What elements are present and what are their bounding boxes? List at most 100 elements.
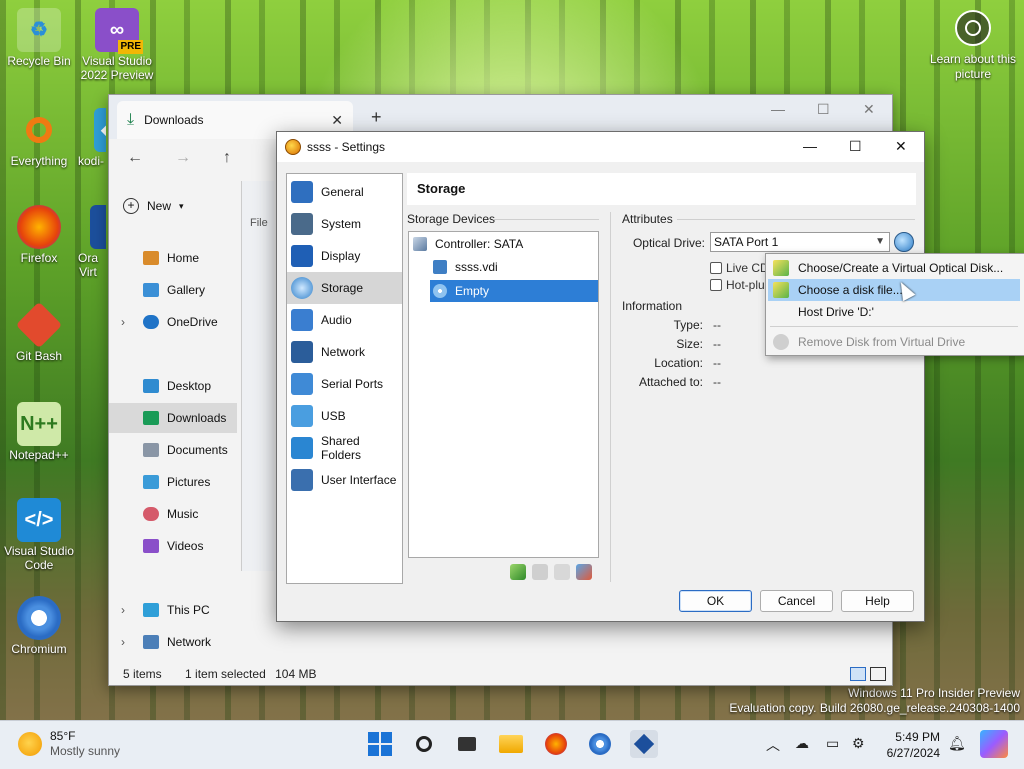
sidebar-item-music[interactable]: Music [109, 499, 237, 529]
clock[interactable]: 5:49 PM 6/27/2024 [868, 729, 940, 761]
virtualbox-icon [90, 205, 106, 249]
nav-item-user-interface[interactable]: User Interface [287, 464, 402, 496]
search-icon[interactable] [410, 730, 438, 758]
nav-item-audio[interactable]: Audio [287, 304, 402, 336]
page-title: Storage [407, 173, 916, 205]
settings-gear-icon[interactable]: ⚙ [852, 735, 865, 752]
tree-item-vdi[interactable]: ssss.vdi [433, 256, 593, 278]
copilot-icon[interactable] [980, 730, 1008, 758]
sidebar-item-onedrive[interactable]: › OneDrive [109, 307, 237, 337]
chevron-right-icon[interactable]: › [121, 315, 125, 329]
downloads-icon [143, 411, 159, 425]
tree-toolbar [510, 564, 592, 580]
optical-drive-label: Optical Drive: [632, 236, 705, 250]
desktop-icon-chromium[interactable]: Chromium [1, 596, 77, 656]
nav-item-usb[interactable]: USB [287, 400, 402, 432]
display-icon[interactable]: ▭ [826, 735, 839, 752]
optical-disk-choose-button[interactable] [894, 232, 914, 252]
ok-button[interactable]: OK [679, 590, 752, 612]
nav-item-serial-ports[interactable]: Serial Ports [287, 368, 402, 400]
firefox-icon[interactable] [542, 730, 570, 758]
sidebar-item-home[interactable]: Home [109, 243, 237, 273]
desktop-icon-firefox[interactable]: Firefox [1, 205, 77, 265]
storage-tree[interactable]: Controller: SATA ssss.vdi Empty [408, 231, 599, 558]
file-explorer-icon[interactable] [497, 730, 525, 758]
sidebar-item-downloads[interactable]: Downloads [109, 403, 237, 433]
desktop-icon-notepadpp[interactable]: N++ Notepad++ [1, 402, 77, 462]
live-cd-checkbox[interactable] [710, 262, 722, 274]
live-cd-label: Live CD [726, 261, 769, 275]
optical-disk-icon [433, 284, 447, 298]
desktop-icon-virtualbox[interactable]: Ora Virt [70, 205, 106, 279]
videos-icon [143, 539, 159, 553]
sidebar-item-documents[interactable]: Documents [109, 435, 237, 465]
maximize-button[interactable]: ☐ [817, 101, 830, 118]
start-icon[interactable] [366, 730, 394, 758]
minimize-button[interactable]: — [771, 101, 785, 117]
minimize-button[interactable]: — [803, 138, 817, 154]
chromium-icon[interactable] [586, 730, 614, 758]
information-label: Information [622, 299, 683, 313]
close-window-button[interactable]: ✕ [863, 101, 875, 118]
desktop-icon-vscode[interactable]: </> Visual Studio Code [1, 498, 77, 572]
notification-bell-icon[interactable]: 🔔︎ [948, 735, 966, 752]
learn-about-picture[interactable]: Learn about this picture [928, 10, 1018, 82]
system-icon [291, 213, 313, 235]
info-type-label: Type: [673, 318, 703, 332]
menu-item-choose-disk-file[interactable]: Choose a disk file... [768, 279, 1020, 301]
up-arrow-icon[interactable]: ↑ [223, 149, 231, 167]
close-tab-icon[interactable]: ✕ [331, 112, 343, 129]
menu-item-host-drive[interactable]: Host Drive 'D:' [768, 301, 1020, 323]
tree-controller-sata[interactable]: Controller: SATA [413, 233, 593, 255]
remove-controller-icon[interactable] [532, 564, 548, 580]
remove-attachment-icon[interactable] [576, 564, 592, 580]
sidebar-item-this-pc[interactable]: › This PC [109, 595, 237, 625]
forward-arrow-icon[interactable]: → [175, 149, 191, 167]
back-arrow-icon[interactable]: ← [127, 149, 143, 167]
menu-item-choose-create-optical-disk[interactable]: Choose/Create a Virtual Optical Disk... [768, 257, 1020, 279]
hot-plug-checkbox[interactable] [710, 279, 722, 291]
network-off-icon[interactable]: ☁ [795, 735, 809, 752]
nav-item-network[interactable]: Network [287, 336, 402, 368]
help-button[interactable]: Help [841, 590, 914, 612]
choose-disk-icon [773, 282, 789, 298]
nav-item-storage[interactable]: Storage [287, 272, 402, 304]
chevron-up-icon[interactable]: ︿ [766, 735, 780, 755]
chevron-down-icon: ▼ [875, 236, 885, 247]
sidebar-item-network[interactable]: › Network [109, 627, 237, 657]
add-attachment-icon[interactable] [554, 564, 570, 580]
tiles-view-icon[interactable] [870, 667, 886, 681]
virtualbox-icon[interactable] [630, 730, 658, 758]
new-tab-button[interactable]: + [371, 107, 382, 128]
new-button[interactable]: New [147, 199, 171, 213]
sidebar-item-desktop[interactable]: Desktop [109, 371, 237, 401]
sidebar-item-pictures[interactable]: Pictures [109, 467, 237, 497]
nav-item-system[interactable]: System [287, 208, 402, 240]
close-button[interactable]: ✕ [895, 138, 907, 155]
optical-drive-select[interactable]: SATA Port 1 ▼ [710, 232, 890, 252]
desktop-icon-visual-studio-preview[interactable]: ∞ PRE Visual Studio 2022 Preview [79, 8, 155, 82]
tree-item-empty[interactable]: Empty [430, 280, 598, 302]
chevron-right-icon[interactable]: › [121, 635, 125, 649]
virtualbox-settings-icon [285, 139, 301, 155]
desktop-icon-kodi[interactable]: ◆ kodi- [66, 108, 106, 168]
weather-widget[interactable]: 85°F Mostly sunny [18, 729, 120, 759]
desktop-icon-git-bash[interactable]: Git Bash [1, 301, 77, 363]
sidebar-item-gallery[interactable]: Gallery [109, 275, 237, 305]
sidebar-item-videos[interactable]: Videos [109, 531, 237, 561]
cancel-button[interactable]: Cancel [760, 590, 833, 612]
nav-item-shared-folders[interactable]: Shared Folders [287, 432, 402, 464]
nav-item-general[interactable]: General [287, 176, 402, 208]
task-view-icon[interactable] [453, 730, 481, 758]
details-view-icon[interactable] [850, 667, 866, 681]
download-arrow-icon: ⤓ [127, 111, 135, 128]
settings-dialog[interactable]: ssss - Settings — ☐ ✕ General System Dis… [276, 131, 925, 622]
network-icon [143, 635, 159, 649]
attributes-label: Attributes [622, 212, 673, 226]
menu-item-remove-disk[interactable]: Remove Disk from Virtual Drive [768, 331, 1020, 353]
chevron-right-icon[interactable]: › [121, 603, 125, 617]
nav-item-display[interactable]: Display [287, 240, 402, 272]
desktop-icon-recycle-bin[interactable]: ♻ Recycle Bin [1, 8, 77, 68]
add-controller-icon[interactable] [510, 564, 526, 580]
maximize-button[interactable]: ☐ [849, 138, 862, 155]
